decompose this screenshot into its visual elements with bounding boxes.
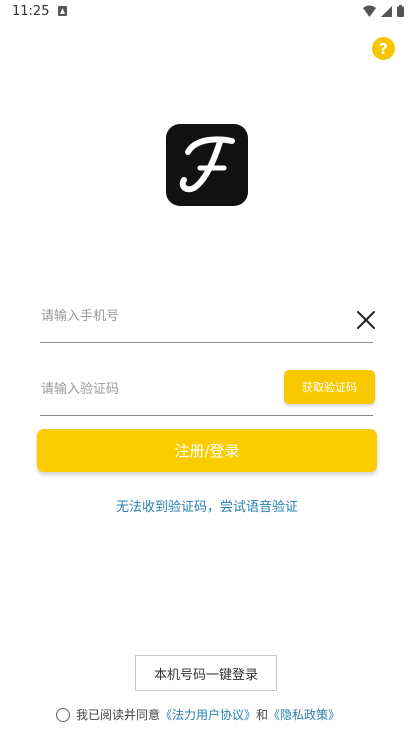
agreement-prefix: 我已阅读并同意 [76, 708, 161, 722]
privacy-policy-link[interactable]: 《隐私政策》 [268, 706, 340, 723]
phone-field[interactable]: 请输入手机号 [40, 296, 376, 343]
user-agreement-link[interactable]: 《法力用户协议》 [160, 706, 256, 723]
verification-code-field[interactable]: 请输入验证码 获取验证码 [40, 368, 375, 416]
agreement-and: 和 [256, 708, 269, 722]
status-bar: 11:25 [0, 0, 414, 24]
code-placeholder: 请输入验证码 [41, 382, 120, 397]
get-code-button[interactable]: 获取验证码 [284, 370, 375, 404]
close-icon[interactable] [356, 310, 376, 330]
notification-icon [58, 6, 67, 16]
phone-placeholder: 请输入手机号 [41, 309, 120, 324]
help-button[interactable]: ? [372, 37, 395, 60]
app-logo [166, 124, 248, 206]
voice-verification-link[interactable]: 无法收到验证码，尝试语音验证 [0, 496, 414, 515]
status-time: 11:25 [12, 4, 50, 19]
status-icons [363, 5, 404, 17]
signal-icon [381, 5, 392, 17]
register-login-button[interactable]: 注册/登录 [37, 429, 377, 472]
one-click-login-button[interactable]: 本机号码一键登录 [135, 655, 277, 691]
help-icon: ? [379, 39, 388, 58]
agreement-row: 我已阅读并同意 《法力用户协议》 和 《隐私政策》 [56, 706, 340, 723]
logo-f-icon [179, 136, 235, 193]
wifi-icon [363, 5, 376, 17]
agree-radio[interactable] [56, 707, 70, 722]
battery-icon [397, 5, 404, 17]
